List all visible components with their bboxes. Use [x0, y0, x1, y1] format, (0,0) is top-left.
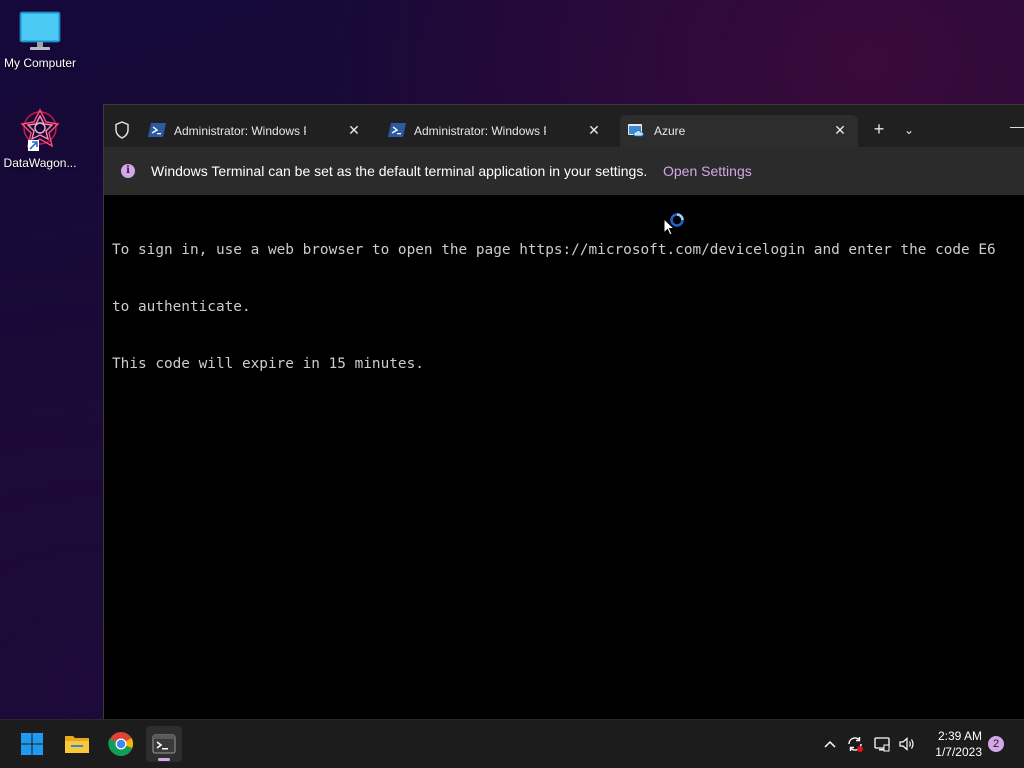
tab-azure[interactable]: Azure ✕ — [620, 115, 858, 147]
chrome-button[interactable] — [103, 726, 139, 762]
info-icon: i — [121, 164, 135, 178]
minimize-button[interactable]: — — [1009, 119, 1024, 135]
terminal-window[interactable]: Administrator: Windows PowerShell ✕ Admi… — [103, 104, 1024, 721]
desktop-icon-label: DataWagon... — [3, 156, 77, 170]
clock-date: 1/7/2023 — [935, 745, 982, 759]
tab-title: Administrator: Windows PowerShell — [174, 124, 306, 138]
close-tab-icon[interactable]: ✕ — [346, 122, 362, 138]
desktop-icon-label: My Computer — [3, 56, 77, 70]
powershell-icon — [388, 123, 406, 137]
clock[interactable]: 2:39 AM 1/7/2023 — [912, 728, 982, 760]
terminal-taskbar-button[interactable] — [146, 726, 182, 762]
active-app-indicator — [158, 758, 170, 761]
notification-badge[interactable]: 2 — [988, 736, 1004, 752]
desktop-icon-datawagon[interactable]: DataWagon... — [0, 106, 80, 170]
file-explorer-button[interactable] — [59, 726, 95, 762]
tab-title: Administrator: Windows PowerShell — [414, 124, 546, 138]
chevron-up-icon[interactable] — [820, 734, 840, 754]
console-line: to authenticate. — [112, 299, 251, 315]
tab-powershell-1[interactable]: Administrator: Windows PowerShell ✕ — [140, 115, 372, 147]
chrome-icon — [108, 732, 134, 756]
folder-icon — [65, 736, 89, 753]
network-icon[interactable] — [872, 734, 892, 754]
clock-time: 2:39 AM — [937, 729, 982, 743]
console-output[interactable]: To sign in, use a web browser to open th… — [112, 203, 1024, 721]
taskbar: 2:39 AM 1/7/2023 2 — [0, 719, 1024, 768]
tab-title: Azure — [654, 124, 686, 138]
tab-bar: Administrator: Windows PowerShell ✕ Admi… — [104, 105, 1024, 147]
console-line: To sign in, use a web browser to open th… — [112, 242, 996, 258]
new-tab-button[interactable]: + — [868, 119, 890, 141]
start-button[interactable] — [14, 726, 50, 762]
terminal-icon — [152, 734, 176, 754]
windows-start-icon — [21, 733, 43, 755]
azure-cloud-shell-icon — [628, 124, 644, 137]
console-line: This code will expire in 15 minutes. — [112, 356, 424, 372]
tab-powershell-2[interactable]: Administrator: Windows PowerShell ✕ — [380, 115, 612, 147]
desktop-icon-my-computer[interactable]: My Computer — [0, 10, 80, 70]
info-bar: i Windows Terminal can be set as the def… — [104, 147, 1024, 195]
close-tab-icon[interactable]: ✕ — [832, 122, 848, 138]
close-tab-icon[interactable]: ✕ — [586, 122, 602, 138]
datawagon-app-icon — [20, 108, 60, 151]
open-settings-link[interactable]: Open Settings — [663, 163, 752, 179]
shield-icon — [115, 121, 129, 139]
chevron-down-icon[interactable]: ⌄ — [898, 119, 920, 141]
info-bar-message: Windows Terminal can be set as the defau… — [151, 163, 648, 179]
monitor-icon — [19, 11, 61, 50]
sync-icon[interactable] — [845, 734, 865, 754]
powershell-icon — [148, 123, 166, 137]
busy-spinner-icon — [670, 213, 684, 227]
